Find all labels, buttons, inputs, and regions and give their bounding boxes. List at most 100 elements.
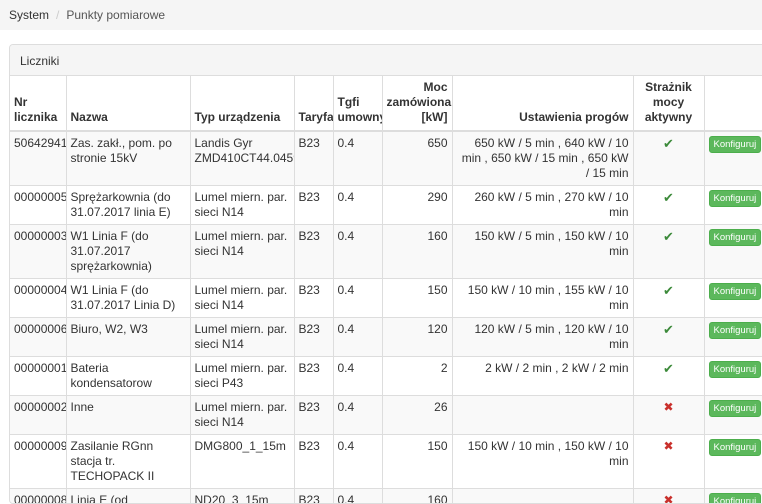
cell-nr: 00000001: [10, 357, 66, 396]
cell-actions: Konfiguruj: [704, 186, 762, 225]
cell-power: 650: [382, 131, 452, 186]
header-name[interactable]: Nazwa: [66, 76, 190, 131]
cell-nr: 00000004: [10, 279, 66, 318]
cell-nr: 00000006: [10, 318, 66, 357]
cell-nr: 00000003: [10, 225, 66, 279]
cell-actions: Konfiguruj: [704, 225, 762, 279]
table-header-row: Nr licznika Nazwa Typ urządzenia Taryfa …: [10, 76, 762, 131]
configure-button[interactable]: Konfiguruj: [709, 136, 762, 153]
cell-thresholds: 2 kW / 2 min , 2 kW / 2 min: [452, 357, 633, 396]
cell-nr: 00000008: [10, 489, 66, 504]
table-row[interactable]: 00000005Sprężarkownia (do 31.07.2017 lin…: [10, 186, 762, 225]
cell-guard: ✖: [633, 435, 704, 489]
cross-icon: ✖: [663, 439, 673, 453]
breadcrumb-separator: /: [49, 8, 66, 22]
cell-actions: Konfiguruj: [704, 435, 762, 489]
cell-tgfi: 0.4: [333, 435, 382, 489]
cell-power: 26: [382, 396, 452, 435]
meters-table: Nr licznika Nazwa Typ urządzenia Taryfa …: [10, 76, 762, 504]
cell-tariff: B23: [294, 225, 333, 279]
cell-guard: ✔: [633, 279, 704, 318]
cell-tariff: B23: [294, 357, 333, 396]
table-row[interactable]: 00000006Biuro, W2, W3Lumel miern. par. s…: [10, 318, 762, 357]
cell-actions: Konfiguruj: [704, 131, 762, 186]
cell-device: DMG800_1_15m: [190, 435, 294, 489]
cell-nr: 50642941: [10, 131, 66, 186]
panel-title: Liczniki: [10, 45, 762, 76]
table-row[interactable]: 00000008Linia E (od 1.08.2017)ND20_3_15m…: [10, 489, 762, 504]
cell-power: 150: [382, 435, 452, 489]
configure-button[interactable]: Konfiguruj: [709, 400, 762, 417]
cell-name: Zas. zakł., pom. po stronie 15kV: [66, 131, 190, 186]
cell-guard: ✖: [633, 489, 704, 504]
cell-thresholds: 150 kW / 10 min , 155 kW / 10 min: [452, 279, 633, 318]
configure-button[interactable]: Konfiguruj: [709, 439, 762, 456]
header-guard[interactable]: Strażnik mocy aktywny: [633, 76, 704, 131]
configure-button[interactable]: Konfiguruj: [709, 361, 762, 378]
cell-tariff: B23: [294, 318, 333, 357]
configure-button[interactable]: Konfiguruj: [709, 322, 762, 339]
cell-thresholds: 260 kW / 5 min , 270 kW / 10 min: [452, 186, 633, 225]
header-actions: [704, 76, 762, 131]
header-tariff[interactable]: Taryfa: [294, 76, 333, 131]
cell-name: Zasilanie RGnn stacja tr. TECHOPACK II: [66, 435, 190, 489]
cell-nr: 00000009: [10, 435, 66, 489]
configure-button[interactable]: Konfiguruj: [709, 229, 762, 246]
cell-nr: 00000005: [10, 186, 66, 225]
cell-tgfi: 0.4: [333, 131, 382, 186]
cell-nr: 00000002: [10, 396, 66, 435]
configure-button[interactable]: Konfiguruj: [709, 190, 762, 207]
header-device[interactable]: Typ urządzenia: [190, 76, 294, 131]
cell-power: 160: [382, 225, 452, 279]
header-nr[interactable]: Nr licznika: [10, 76, 66, 131]
cell-thresholds: 150 kW / 5 min , 150 kW / 10 min: [452, 225, 633, 279]
table-row[interactable]: 00000004W1 Linia F (do 31.07.2017 Linia …: [10, 279, 762, 318]
cell-name: W1 Linia F (do 31.07.2017 sprężarkownia): [66, 225, 190, 279]
cell-power: 120: [382, 318, 452, 357]
breadcrumb-link-system[interactable]: System: [9, 8, 49, 22]
breadcrumb-current: Punkty pomiarowe: [66, 8, 165, 22]
cell-actions: Konfiguruj: [704, 396, 762, 435]
cell-guard: ✔: [633, 131, 704, 186]
cell-guard: ✔: [633, 357, 704, 396]
check-icon: ✔: [663, 136, 674, 151]
table-row[interactable]: 00000003W1 Linia F (do 31.07.2017 spręża…: [10, 225, 762, 279]
configure-button[interactable]: Konfiguruj: [709, 283, 762, 300]
check-icon: ✔: [663, 229, 674, 244]
cell-tgfi: 0.4: [333, 489, 382, 504]
cell-tgfi: 0.4: [333, 318, 382, 357]
cell-name: Linia E (od 1.08.2017): [66, 489, 190, 504]
table-row[interactable]: 00000009Zasilanie RGnn stacja tr. TECHOP…: [10, 435, 762, 489]
cell-tariff: B23: [294, 489, 333, 504]
check-icon: ✔: [663, 361, 674, 376]
header-power[interactable]: Moc zamówiona [kW]: [382, 76, 452, 131]
cell-power: 150: [382, 279, 452, 318]
cell-device: Lumel miern. par. sieci N14: [190, 318, 294, 357]
cell-tariff: B23: [294, 279, 333, 318]
header-tgfi[interactable]: Tgfi umowny: [333, 76, 382, 131]
cell-guard: ✔: [633, 318, 704, 357]
cell-tariff: B23: [294, 435, 333, 489]
cross-icon: ✖: [663, 400, 673, 414]
cell-power: 290: [382, 186, 452, 225]
cell-power: 160: [382, 489, 452, 504]
cell-name: Biuro, W2, W3: [66, 318, 190, 357]
cross-icon: ✖: [663, 493, 673, 504]
cell-thresholds: 150 kW / 10 min , 150 kW / 10 min: [452, 435, 633, 489]
table-row[interactable]: 50642941Zas. zakł., pom. po stronie 15kV…: [10, 131, 762, 186]
cell-guard: ✖: [633, 396, 704, 435]
cell-device: Lumel miern. par. sieci N14: [190, 279, 294, 318]
cell-name: W1 Linia F (do 31.07.2017 Linia D): [66, 279, 190, 318]
table-row[interactable]: 00000002InneLumel miern. par. sieci N14B…: [10, 396, 762, 435]
cell-actions: Konfiguruj: [704, 357, 762, 396]
meters-panel: Liczniki Nr licznika Nazwa Typ urządzeni…: [9, 44, 762, 504]
table-row[interactable]: 00000001Bateria kondensatorowLumel miern…: [10, 357, 762, 396]
cell-actions: Konfiguruj: [704, 489, 762, 504]
configure-button[interactable]: Konfiguruj: [709, 493, 762, 504]
cell-thresholds: 120 kW / 5 min , 120 kW / 10 min: [452, 318, 633, 357]
header-thresholds[interactable]: Ustawienia progów: [452, 76, 633, 131]
cell-device: ND20_3_15m: [190, 489, 294, 504]
cell-tgfi: 0.4: [333, 186, 382, 225]
cell-device: Lumel miern. par. sieci N14: [190, 186, 294, 225]
cell-actions: Konfiguruj: [704, 279, 762, 318]
